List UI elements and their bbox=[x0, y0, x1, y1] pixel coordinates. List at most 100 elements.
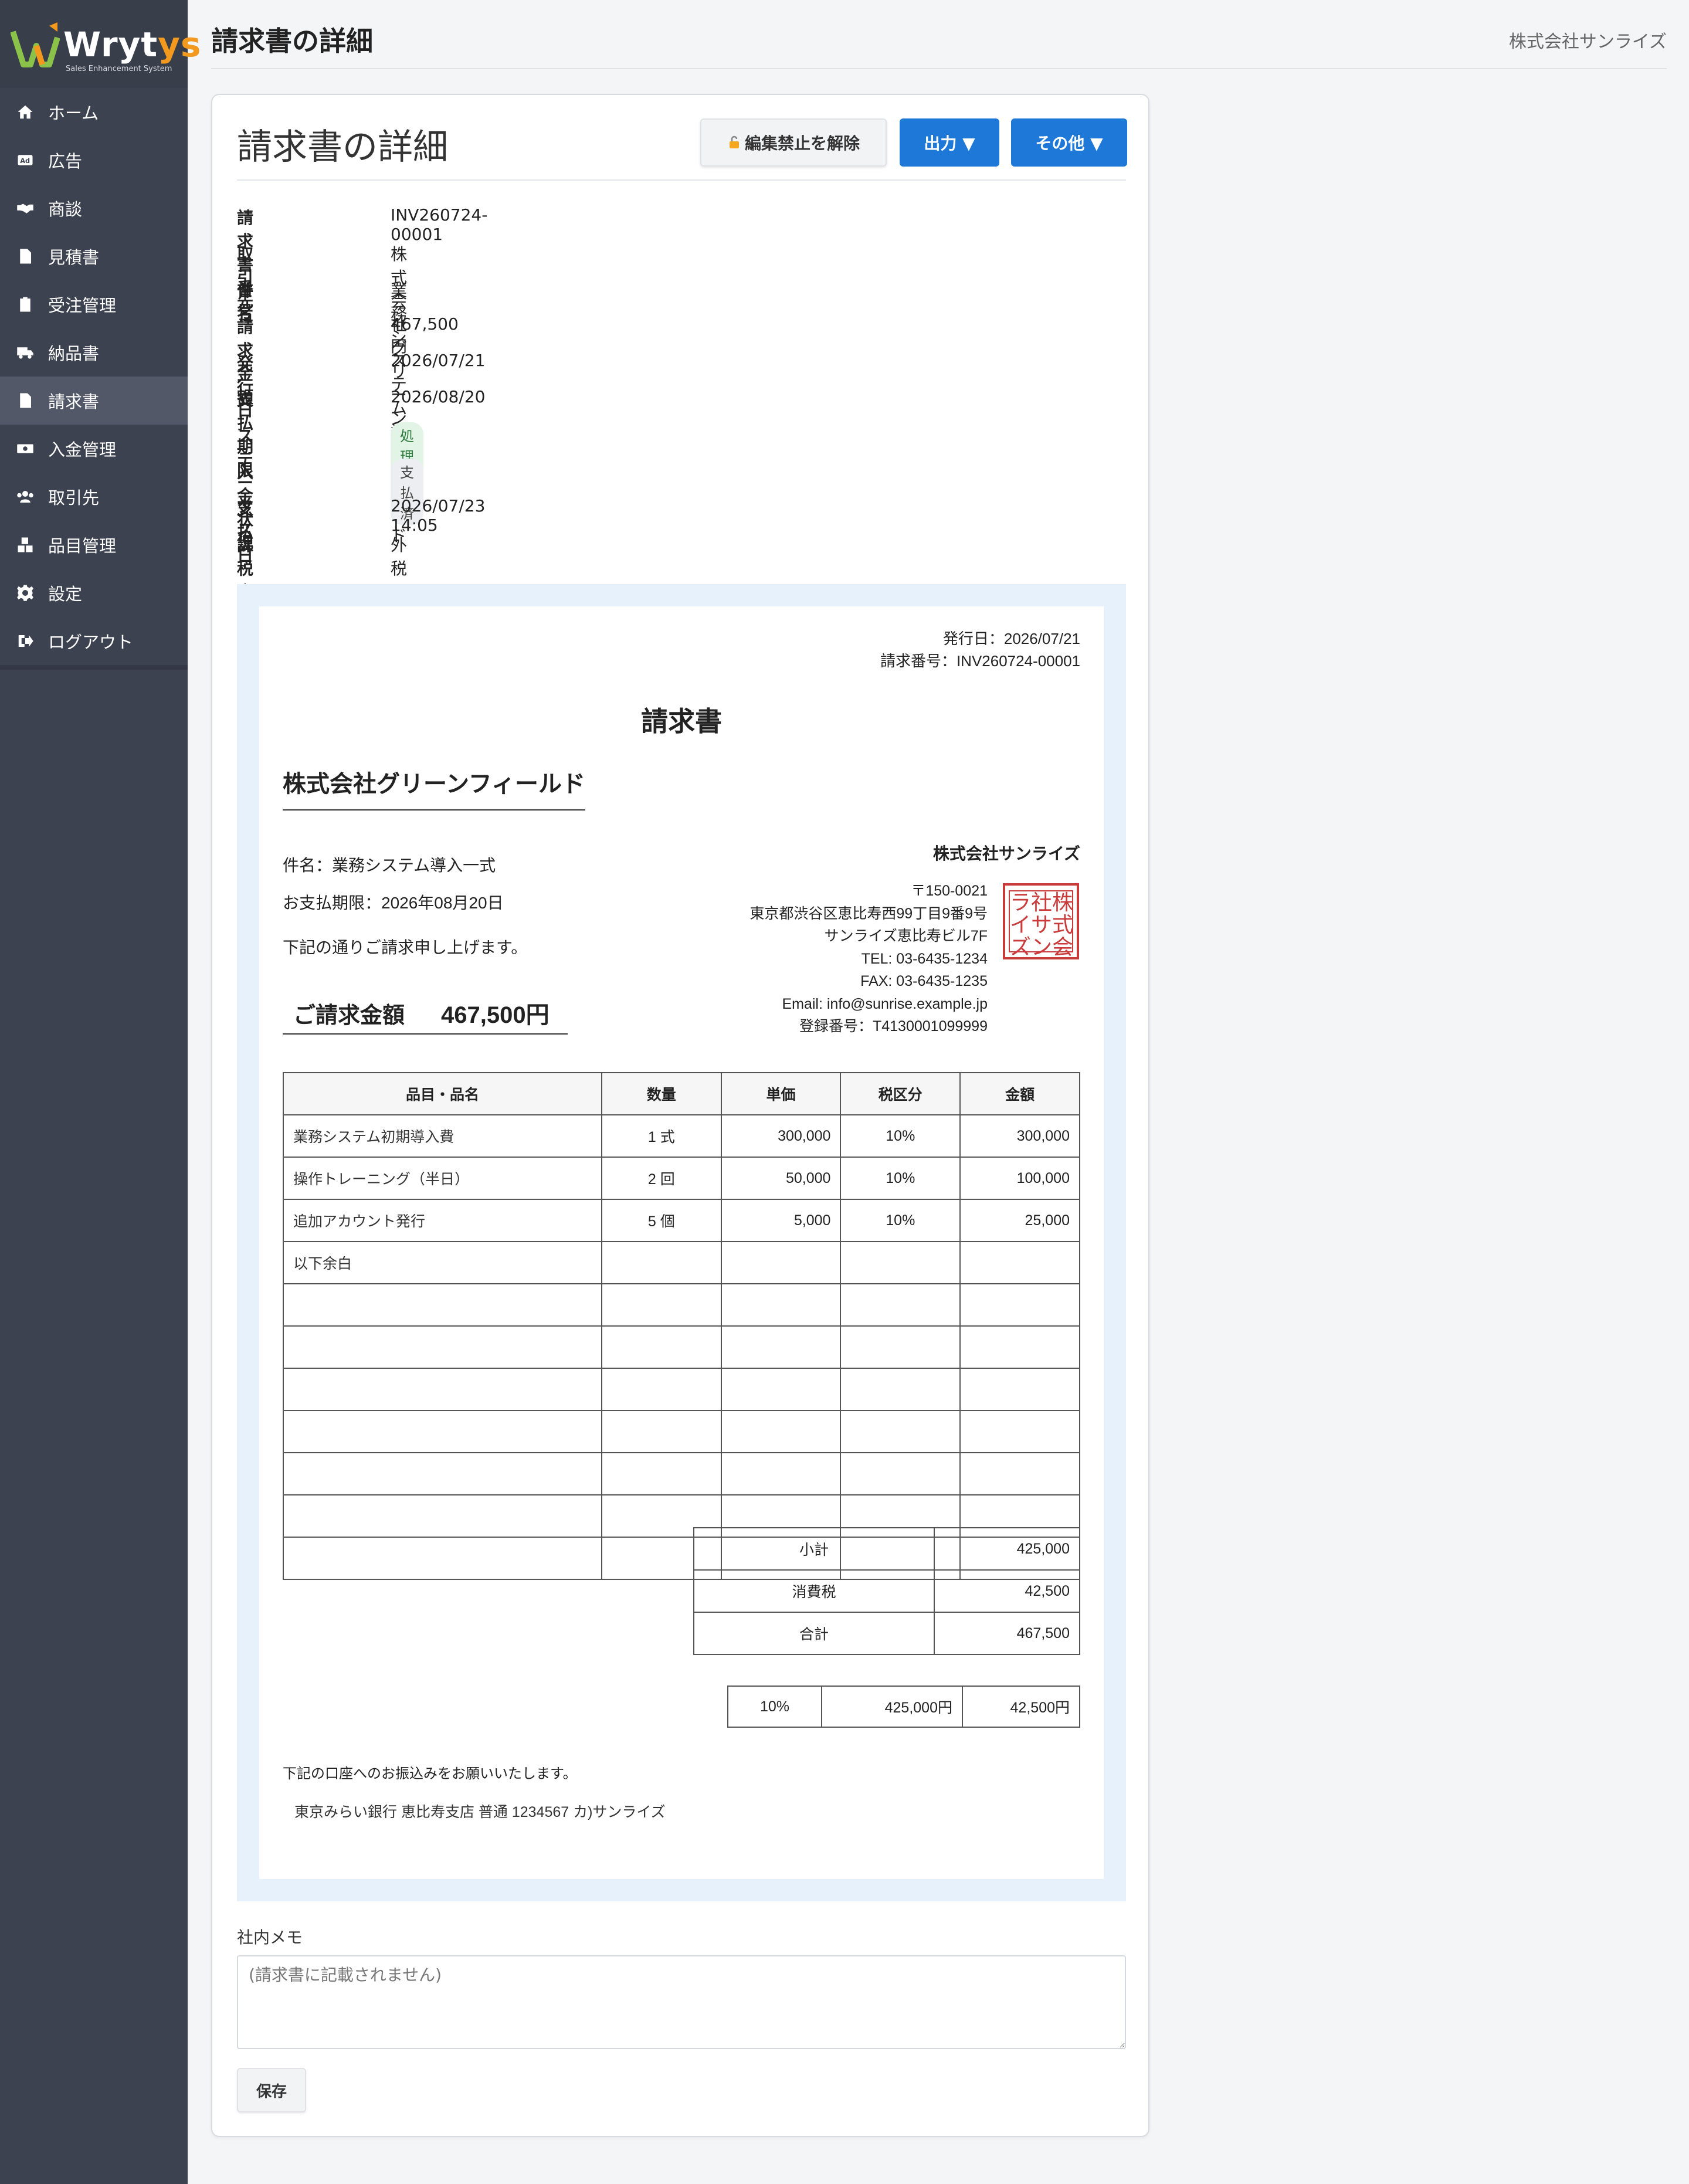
seal-char: 会 bbox=[1052, 935, 1074, 959]
seal-char: 株 bbox=[1052, 890, 1074, 914]
doc-subject: 件名：業務システム導入一式 bbox=[283, 856, 496, 874]
tax-breakdown-row: 10% 425,000円 42,500円 bbox=[727, 1686, 1080, 1728]
cell-tax-class bbox=[840, 1368, 961, 1411]
truck-icon bbox=[15, 342, 35, 362]
cell-qty: 2 回 bbox=[601, 1157, 722, 1200]
sidebar-item-delivery[interactable]: 納品書 bbox=[0, 328, 188, 377]
table-row bbox=[283, 1410, 1080, 1453]
unlock-edit-button[interactable]: 編集禁止を解除 bbox=[700, 118, 887, 167]
totals-row: 消費税 42,500 bbox=[693, 1569, 1080, 1613]
cell-qty bbox=[601, 1452, 722, 1495]
doc-total-amount: 467,500円 bbox=[441, 1002, 550, 1028]
logo-tagline: Sales Enhancement System bbox=[66, 65, 172, 73]
seal-char: ズ bbox=[1010, 935, 1032, 959]
sidebar-item-products[interactable]: 品目管理 bbox=[0, 521, 188, 569]
memo-textarea[interactable] bbox=[237, 1955, 1126, 2049]
cell-amount bbox=[959, 1241, 1080, 1284]
sidebar-item-clients[interactable]: 取引先 bbox=[0, 473, 188, 521]
sidebar-divider bbox=[0, 665, 188, 670]
doc-total: ご請求金額 467,500円 bbox=[283, 991, 568, 1035]
cell-amount bbox=[959, 1283, 1080, 1327]
unlock-edit-label: 編集禁止を解除 bbox=[744, 134, 860, 153]
sidebar-item-deals[interactable]: 商談 bbox=[0, 184, 188, 232]
sidebar-item-home[interactable]: ホーム bbox=[0, 88, 188, 136]
cell-tax-class bbox=[840, 1410, 961, 1453]
sidebar-item-orders[interactable]: 受注管理 bbox=[0, 280, 188, 328]
cell-unit-price: 50,000 bbox=[720, 1157, 842, 1200]
totals-row: 小計 425,000 bbox=[693, 1527, 1080, 1571]
top-header: 請求書の詳細 株式会社サンライズ bbox=[211, 0, 1667, 69]
gear-icon bbox=[15, 583, 35, 603]
totals-table: 小計 425,000 消費税 42,500 合計 467,500 bbox=[693, 1527, 1080, 1655]
divider bbox=[237, 179, 1126, 181]
logo[interactable]: Wrytys Sales Enhancement System bbox=[0, 0, 201, 88]
cell-amount: 25,000 bbox=[959, 1199, 1080, 1242]
doc-meta: 発行日：2026/07/21 請求番号：INV260724-00001 bbox=[880, 628, 1080, 672]
sidebar-item-invoices[interactable]: 請求書 bbox=[0, 377, 188, 425]
items-body: 業務システム初期導入費 1 式 300,000 10% 300,000 操作トレーニング（… bbox=[283, 1114, 1080, 1580]
sidebar-item-label: 入金管理 bbox=[48, 440, 117, 460]
cell-item: 以下余白 bbox=[283, 1241, 602, 1284]
invoice-detail-card: 請求書の詳細 編集禁止を解除 出力 ▼ その他 ▼ 請求書番号 INV260724… bbox=[211, 94, 1149, 2137]
cell-tax-class: 10% bbox=[840, 1114, 961, 1158]
sidebar-item-label: 受注管理 bbox=[48, 296, 117, 316]
more-button[interactable]: その他 ▼ bbox=[1011, 118, 1127, 167]
seal-char: イ bbox=[1010, 913, 1032, 937]
cell-unit-price bbox=[720, 1241, 842, 1284]
table-row: 業務システム初期導入費 1 式 300,000 10% 300,000 bbox=[283, 1114, 1080, 1158]
cell-qty: 1 式 bbox=[601, 1114, 722, 1158]
cell-item bbox=[283, 1494, 602, 1538]
issuer-email: Email: info@sunrise.example.jp bbox=[782, 995, 988, 1012]
sidebar-item-label: ホーム bbox=[48, 103, 99, 123]
save-button[interactable]: 保存 bbox=[237, 2068, 306, 2112]
invoice-paper: 発行日：2026/07/21 請求番号：INV260724-00001 請求書 … bbox=[259, 606, 1104, 1879]
sidebar-item-payments[interactable]: 入金管理 bbox=[0, 425, 188, 473]
cell-qty bbox=[601, 1368, 722, 1411]
sidebar-nav: ホーム Ad 広告 商談 見積書 受注管理 納品書 請求書 入金管理 取引先 品… bbox=[0, 88, 188, 665]
cell-amount: 300,000 bbox=[959, 1114, 1080, 1158]
svg-text:Ad: Ad bbox=[20, 157, 30, 165]
totals-label: 合計 bbox=[693, 1612, 935, 1655]
sidebar-item-label: 広告 bbox=[48, 151, 83, 171]
table-row bbox=[283, 1452, 1080, 1495]
cell-item bbox=[283, 1452, 602, 1495]
sidebar-item-label: 納品書 bbox=[48, 344, 100, 364]
sidebar-item-label: 品目管理 bbox=[48, 536, 117, 556]
page-title: 請求書の詳細 bbox=[211, 25, 373, 57]
export-button[interactable]: 出力 ▼ bbox=[900, 118, 999, 167]
cell-amount bbox=[959, 1410, 1080, 1453]
cell-amount bbox=[959, 1452, 1080, 1495]
cell-qty bbox=[601, 1325, 722, 1369]
taxable-amount: 425,000円 bbox=[821, 1686, 963, 1728]
invoice-preview: 発行日：2026/07/21 請求番号：INV260724-00001 請求書 … bbox=[237, 584, 1126, 1901]
boxes-icon bbox=[15, 535, 35, 555]
cell-unit-price bbox=[720, 1325, 842, 1369]
totals-label: 消費税 bbox=[693, 1569, 935, 1613]
doc-invoice-number: 請求番号：INV260724-00001 bbox=[880, 652, 1080, 670]
tax-rate: 10% bbox=[727, 1686, 822, 1728]
sidebar-item-settings[interactable]: 設定 bbox=[0, 569, 188, 617]
issuer-address1: 東京都渋谷区恵比寿西99丁目9番9号 bbox=[749, 905, 988, 922]
sidebar-item-label: 設定 bbox=[48, 584, 83, 604]
totals-value: 425,000 bbox=[934, 1527, 1080, 1571]
tax-breakdown-table: 10% 425,000円 42,500円 bbox=[727, 1686, 1080, 1728]
company-seal: ラ社株イサ式ズン会 bbox=[1003, 883, 1079, 959]
money-icon bbox=[15, 439, 35, 459]
ad-icon: Ad bbox=[15, 150, 35, 170]
seal-grid: ラ社株イサ式ズン会 bbox=[1009, 890, 1074, 958]
sidebar-item-label: ログアウト bbox=[48, 632, 134, 652]
cell-item bbox=[283, 1325, 602, 1369]
sidebar-item-ads[interactable]: Ad 広告 bbox=[0, 136, 188, 184]
items-table: 品目・品名 数量 単価 税区分 金額 業務システム初期導入費 1 式 300,000… bbox=[283, 1072, 1080, 1580]
col-tax-class: 税区分 bbox=[840, 1072, 961, 1115]
doc-title: 請求書 bbox=[641, 706, 722, 737]
sidebar-item-estimates[interactable]: 見積書 bbox=[0, 232, 188, 280]
logout-icon bbox=[15, 631, 35, 651]
cell-tax-class bbox=[840, 1241, 961, 1284]
cell-amount bbox=[959, 1325, 1080, 1369]
totals-body: 小計 425,000 消費税 42,500 合計 467,500 bbox=[693, 1527, 1080, 1655]
cell-unit-price: 5,000 bbox=[720, 1199, 842, 1242]
unlock-icon bbox=[729, 135, 739, 148]
totals-label: 小計 bbox=[693, 1527, 935, 1571]
sidebar-item-logout[interactable]: ログアウト bbox=[0, 617, 188, 665]
